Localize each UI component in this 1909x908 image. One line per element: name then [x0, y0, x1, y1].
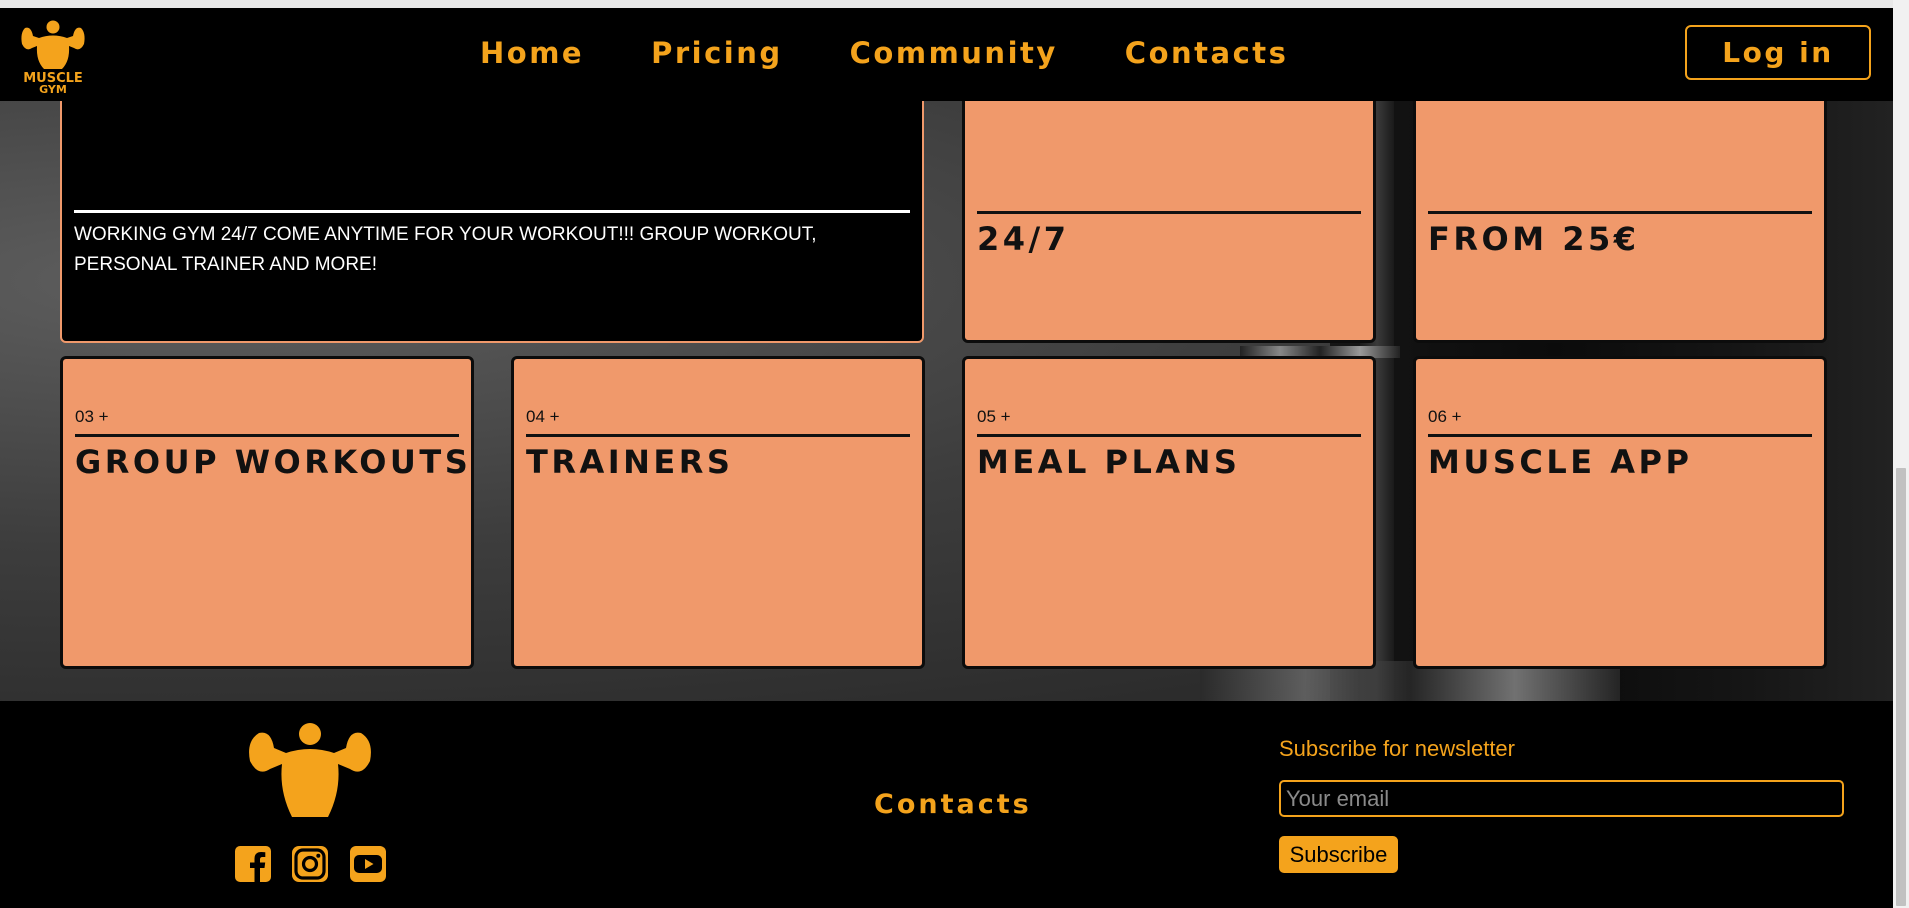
nav-pricing[interactable]: Pricing — [651, 28, 783, 78]
feature-card-title: FROM 25€ — [1428, 220, 1640, 258]
nav-contacts[interactable]: Contacts — [1125, 28, 1289, 78]
feature-card-hours: 24/7 — [962, 101, 1376, 343]
feature-card-group-workouts: 03 + GROUP WORKOUTS — [60, 356, 474, 669]
feature-card-title: MEAL PLANS — [977, 443, 1241, 481]
site-footer: Contacts Subscribe for newsletter Subscr… — [0, 701, 1893, 908]
feature-card-number: 04 + — [526, 407, 560, 426]
footer-contacts-link[interactable]: Contacts — [874, 789, 1032, 820]
newsletter-email-input[interactable] — [1279, 780, 1844, 817]
feature-card-title: 24/7 — [977, 220, 1070, 258]
feature-card-rule — [1428, 434, 1812, 437]
feature-card-trainers: 04 + TRAINERS — [511, 356, 925, 669]
nav-community[interactable]: Community — [850, 28, 1058, 78]
feature-card-meal-plans: 05 + MEAL PLANS — [962, 356, 1376, 669]
nav-home[interactable]: Home — [480, 28, 584, 78]
feature-card-title: GROUP WORKOUTS — [75, 443, 472, 481]
feature-card-number: 05 + — [977, 407, 1011, 426]
newsletter-label: Subscribe for newsletter — [1279, 736, 1515, 761]
intro-description: WORKING GYM 24/7 COME ANYTIME FOR YOUR W… — [74, 224, 817, 275]
svg-text:GYM: GYM — [39, 83, 67, 96]
feature-card-muscle-app: 06 + MUSCLE APP — [1413, 356, 1827, 669]
feature-card-rule — [75, 434, 459, 437]
muscle-gym-logo[interactable]: MUSCLE GYM — [18, 16, 88, 96]
feature-card-number: 06 + — [1428, 407, 1462, 426]
footer-logo-icon — [249, 723, 371, 817]
site-header: MUSCLE GYM Home Pricing Community Contac… — [0, 8, 1893, 101]
intro-card-rule — [74, 210, 910, 213]
page: WORKING GYM 24/7 COME ANYTIME FOR YOUR W… — [0, 0, 1909, 908]
subscribe-button[interactable]: Subscribe — [1279, 836, 1398, 873]
intro-card: WORKING GYM 24/7 COME ANYTIME FOR YOUR W… — [60, 101, 924, 343]
main-nav: Home Pricing Community Contacts — [480, 28, 1355, 78]
feature-card-rule — [1428, 211, 1812, 214]
background-photo: WORKING GYM 24/7 COME ANYTIME FOR YOUR W… — [0, 101, 1893, 701]
instagram-icon[interactable] — [291, 845, 329, 883]
feature-card-number: 03 + — [75, 407, 109, 426]
feature-card-rule — [526, 434, 910, 437]
page-scrollbar-thumb[interactable] — [1896, 468, 1906, 906]
login-button[interactable]: Log in — [1685, 25, 1871, 80]
youtube-icon[interactable] — [349, 845, 387, 883]
facebook-icon[interactable] — [234, 845, 272, 883]
feature-card-title: TRAINERS — [526, 443, 734, 481]
top-strip — [0, 0, 1893, 8]
feature-card-price: FROM 25€ — [1413, 101, 1827, 343]
feature-card-title: MUSCLE APP — [1428, 443, 1693, 481]
feature-card-rule — [977, 434, 1361, 437]
feature-card-rule — [977, 211, 1361, 214]
